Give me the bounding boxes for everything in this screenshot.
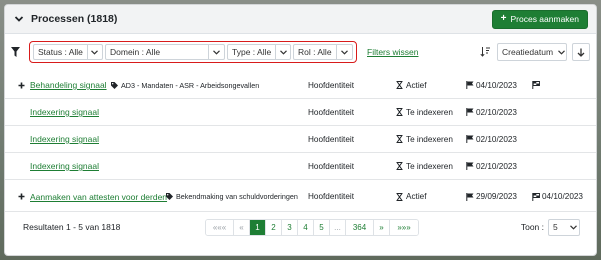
page-ellipsis: ... — [330, 219, 346, 235]
hourglass-icon — [396, 162, 404, 170]
page-button-5[interactable]: 5 — [314, 219, 330, 235]
rol-filter[interactable]: Rol : Alle — [293, 44, 353, 60]
page-size-area: Toon : 5 — [520, 218, 580, 236]
tag-icon — [111, 81, 118, 89]
filter-group: Status : Alle Domein : Alle Type : Alle … — [29, 41, 357, 63]
tag-icon — [166, 193, 173, 200]
chevron-down-icon[interactable] — [13, 13, 25, 25]
status-cell: Te indexeren — [396, 162, 453, 171]
checkered-flag-icon — [532, 192, 540, 201]
process-name-link[interactable]: Indexering signaal — [30, 134, 99, 144]
flag-icon — [466, 108, 474, 116]
plus-icon: + — [500, 13, 507, 24]
end-date-cell — [532, 81, 542, 89]
start-date-cell: 02/10/2023 — [466, 108, 517, 117]
page-button-1[interactable]: 1 — [250, 219, 266, 235]
flag-icon — [466, 192, 474, 201]
type-filter[interactable]: Type : Alle — [227, 44, 291, 60]
hourglass-icon — [396, 108, 404, 116]
status-cell: Te indexeren — [396, 108, 453, 117]
start-date-cell: 02/10/2023 — [466, 135, 517, 144]
status-cell: Te indexeren — [396, 135, 453, 144]
status-filter[interactable]: Status : Alle — [33, 44, 103, 60]
status-cell: Actief — [396, 81, 426, 90]
sort-direction-button[interactable] — [572, 43, 590, 61]
chevron-down-icon — [336, 45, 352, 59]
hourglass-icon — [396, 81, 404, 89]
domein-filter[interactable]: Domein : Alle — [105, 44, 225, 60]
page-button-last[interactable]: 364 — [346, 219, 374, 235]
first-page-button[interactable]: ««« — [206, 219, 234, 235]
expand-icon[interactable] — [18, 82, 25, 89]
start-date-cell: 02/10/2023 — [466, 162, 517, 171]
previous-page-button[interactable]: « — [234, 219, 250, 235]
flag-icon — [466, 81, 474, 89]
start-date-cell: 04/10/2023 — [466, 81, 517, 90]
chevron-down-icon — [86, 45, 102, 59]
clear-filters-link[interactable]: Filters wissen — [367, 47, 418, 57]
results-count: Resultaten 1 - 5 van 1818 — [23, 222, 121, 232]
panel-header: Processen (1818) + Proces aanmaken — [5, 5, 596, 34]
chevron-down-icon — [275, 45, 290, 59]
new-process-button[interactable]: + Proces aanmaken — [491, 9, 588, 29]
table-row: Behandeling signaal AD3 - Mandaten - ASR… — [5, 72, 596, 99]
entity-cell: Hoofdentiteit — [308, 134, 354, 144]
new-process-label: Proces aanmaken — [510, 14, 579, 24]
entity-cell: Hoofdentiteit — [308, 80, 354, 90]
process-name-link[interactable]: Indexering signaal — [30, 107, 99, 117]
processes-panel: Processen (1818) + Proces aanmaken Statu… — [4, 4, 597, 256]
page-button-3[interactable]: 3 — [282, 219, 298, 235]
filter-icon — [11, 47, 21, 57]
filter-bar: Status : Alle Domein : Alle Type : Alle … — [5, 34, 596, 70]
flag-icon — [466, 162, 474, 170]
table-row: Indexering signaal Hoofdentiteit Te inde… — [5, 126, 596, 153]
page-button-2[interactable]: 2 — [266, 219, 282, 235]
entity-cell: Hoofdentiteit — [308, 161, 354, 171]
checkered-flag-icon — [532, 81, 540, 89]
sort-area: Creatiedatum — [480, 43, 590, 61]
process-name-link[interactable]: Aanmaken van attesten voor derden — [30, 192, 167, 202]
table-row: Indexering signaal Hoofdentiteit Te inde… — [5, 99, 596, 126]
entity-cell: Hoofdentiteit — [308, 107, 354, 117]
expand-icon[interactable] — [18, 193, 25, 200]
flag-icon — [466, 135, 474, 143]
sort-icon[interactable] — [480, 46, 492, 58]
chevron-down-icon — [208, 45, 224, 59]
sort-select[interactable]: Creatiedatum — [497, 43, 567, 61]
next-page-button[interactable]: » — [374, 219, 390, 235]
chevron-down-icon — [557, 44, 566, 60]
process-name-link[interactable]: Behandeling signaal — [30, 80, 107, 90]
table-row: Indexering signaal Hoofdentiteit Te inde… — [5, 153, 596, 180]
hourglass-icon — [396, 135, 404, 143]
page-title: Processen (1818) — [31, 13, 118, 25]
last-page-button[interactable]: »»» — [390, 219, 418, 235]
table-footer: Resultaten 1 - 5 van 1818 ««« « 1 2 3 4 … — [5, 212, 596, 242]
status-cell: Actief — [396, 192, 426, 201]
domain-tag: AD3 - Mandaten - ASR - Arbeidsongevallen — [111, 81, 259, 90]
arrow-down-icon — [577, 48, 585, 57]
entity-cell: Hoofdentiteit — [308, 192, 354, 201]
chevron-down-icon — [567, 220, 579, 235]
pagination: ««« « 1 2 3 4 5 ... 364 » »»» — [205, 218, 419, 236]
domain-tag: Bekendmaking van schuldvorderingen — [166, 192, 298, 201]
end-date-cell: 04/10/2023 — [532, 192, 583, 201]
page-size-select[interactable]: 5 — [548, 218, 580, 236]
start-date-cell: 29/09/2023 — [466, 192, 517, 201]
table-row: Aanmaken van attesten voor derden Bekend… — [5, 182, 596, 212]
page-size-label: Toon : — [520, 222, 544, 232]
process-name-link[interactable]: Indexering signaal — [30, 161, 99, 171]
page-button-4[interactable]: 4 — [298, 219, 314, 235]
hourglass-icon — [396, 192, 404, 201]
